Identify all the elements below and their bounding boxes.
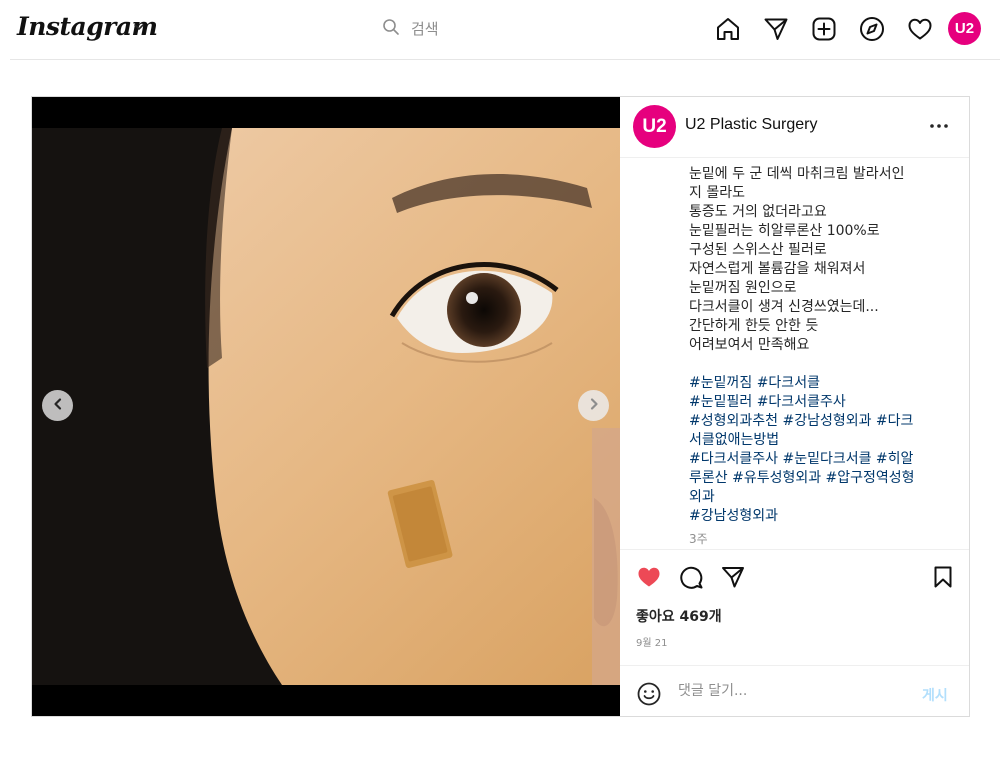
caption-line: 구성된 스위스산 필러로 bbox=[689, 242, 827, 258]
caption-line: 눈밑에 두 군 데씩 마취크림 발라서인 bbox=[689, 166, 905, 182]
chevron-down-icon[interactable] bbox=[132, 19, 146, 33]
comment-input[interactable] bbox=[678, 683, 908, 699]
share-icon[interactable] bbox=[720, 564, 746, 590]
hashtag-line[interactable]: 서클없애는방법 bbox=[689, 431, 951, 450]
post-card: U2 U2 Plastic Surgery 눈밑에 두 군 데씩 마취크림 발라… bbox=[31, 96, 970, 717]
hashtags: #눈밑꺼짐 #다크서클 #눈밑필러 #다크서클주사 #성형외과추천 #강남성형외… bbox=[689, 374, 951, 526]
direct-icon[interactable] bbox=[762, 15, 790, 43]
caption-line: 간단하게 한듯 안한 듯 bbox=[689, 318, 819, 334]
post-photo bbox=[32, 128, 620, 685]
new-post-icon[interactable] bbox=[810, 15, 838, 43]
author-username[interactable]: U2 Plastic Surgery bbox=[685, 116, 818, 134]
hashtag-line[interactable]: #다크서클주사 #눈밑다크서클 #히알 bbox=[689, 450, 951, 469]
profile-avatar[interactable]: U2 bbox=[948, 12, 981, 45]
header-divider bbox=[10, 59, 1000, 60]
top-navigation-bar: Instagram U2 bbox=[0, 0, 1000, 58]
hashtag-line[interactable]: #눈밑필러 #다크서클주사 bbox=[689, 393, 951, 412]
like-heart-icon[interactable] bbox=[636, 564, 662, 590]
search-input[interactable] bbox=[411, 20, 581, 38]
arrow-right-icon bbox=[587, 396, 601, 415]
activity-heart-icon[interactable] bbox=[906, 15, 934, 43]
post-caption: 눈밑에 두 군 데씩 마취크림 발라서인 지 몰라도 통증도 거의 없더라고요 … bbox=[689, 165, 951, 551]
caption-line: 지 몰라도 bbox=[689, 185, 745, 201]
post-header: U2 U2 Plastic Surgery bbox=[620, 97, 969, 158]
emoji-icon[interactable] bbox=[636, 681, 662, 707]
author-avatar[interactable]: U2 bbox=[633, 105, 676, 148]
like-count[interactable]: 좋아요 469개 bbox=[636, 606, 722, 626]
actions-divider bbox=[620, 549, 969, 550]
search-icon bbox=[382, 18, 400, 40]
post-comment-button[interactable]: 게시 bbox=[922, 685, 948, 705]
comment-divider bbox=[620, 665, 969, 666]
caption-line: 통증도 거의 없더라고요 bbox=[689, 204, 827, 220]
hashtag-line[interactable]: #성형외과추천 #강남성형외과 #다크 bbox=[689, 412, 951, 431]
hashtag-line[interactable]: #강남성형외과 bbox=[689, 507, 951, 526]
save-icon[interactable] bbox=[930, 564, 956, 590]
caption-time-ago: 3주 bbox=[689, 532, 708, 546]
caption-line: 다크서클이 생겨 신경쓰였는데... bbox=[689, 299, 879, 315]
post-sidebar: U2 U2 Plastic Surgery 눈밑에 두 군 데씩 마취크림 발라… bbox=[620, 97, 969, 716]
post-media bbox=[32, 97, 620, 716]
more-icon[interactable] bbox=[926, 113, 952, 139]
post-date[interactable]: 9월 21 bbox=[636, 634, 667, 649]
home-icon[interactable] bbox=[714, 15, 742, 43]
hashtag-line[interactable]: 외과 bbox=[689, 488, 951, 507]
comment-icon[interactable] bbox=[678, 564, 704, 590]
caption-line: 눈밑필러는 히알루론산 100%로 bbox=[689, 223, 880, 239]
caption-text: 눈밑에 두 군 데씩 마취크림 발라서인 지 몰라도 통증도 거의 없더라고요 … bbox=[689, 165, 951, 355]
caption-line: 어려보여서 만족해요 bbox=[689, 337, 810, 353]
explore-icon[interactable] bbox=[858, 15, 886, 43]
search-bar[interactable] bbox=[382, 17, 581, 41]
caption-line: 눈밑꺼짐 원인으로 bbox=[689, 280, 797, 296]
next-image-button[interactable] bbox=[578, 390, 609, 421]
caption-line: 자연스럽게 볼륨감을 채워져서 bbox=[689, 261, 866, 277]
hashtag-line[interactable]: #눈밑꺼짐 #다크서클 bbox=[689, 374, 951, 393]
previous-image-button[interactable] bbox=[42, 390, 73, 421]
arrow-left-icon bbox=[51, 396, 65, 415]
hashtag-line[interactable]: 루론산 #유투성형외과 #압구정역성형 bbox=[689, 469, 951, 488]
